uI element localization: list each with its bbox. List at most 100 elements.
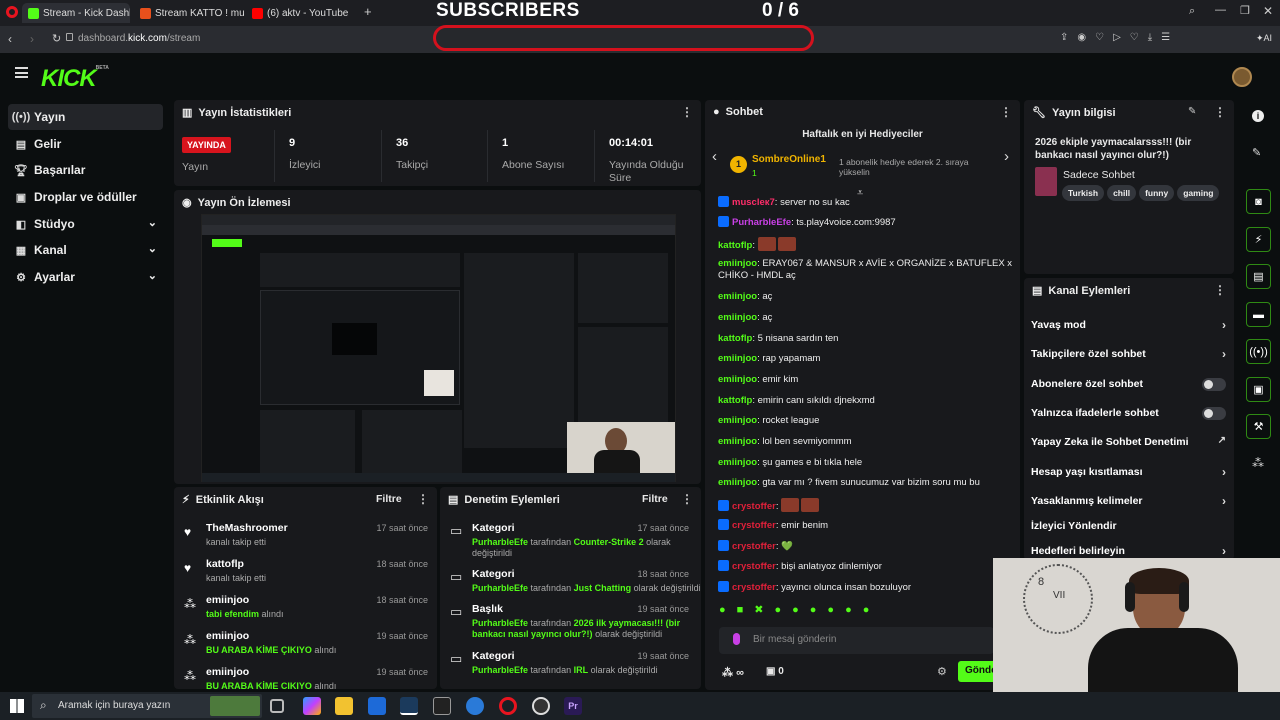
sidebar-item-gelir[interactable]: ▤ Gelir (8, 131, 163, 157)
forward-icon[interactable]: › (30, 32, 34, 46)
info-icon[interactable]: i (1252, 110, 1264, 122)
emote-only-toggle[interactable] (1202, 407, 1226, 420)
chat-username[interactable]: kattoflp (718, 333, 752, 344)
event-user[interactable]: emiinjoo (206, 666, 249, 678)
chat-username[interactable]: emiinjoo (718, 312, 757, 323)
chat-username[interactable]: emiinjoo (718, 415, 757, 426)
chat-username[interactable]: emiinjoo (718, 436, 757, 447)
premiere-icon[interactable]: Pr (564, 697, 582, 715)
steam-icon[interactable] (400, 697, 418, 715)
chat-username[interactable]: crystoffer (732, 501, 776, 512)
chat-username[interactable]: emiinjoo (718, 374, 757, 385)
pencil-icon[interactable]: ✎ (1252, 146, 1261, 159)
chat-username[interactable]: emiinjoo (718, 477, 757, 488)
action-banned-words[interactable]: Yasaklanmış kelimeler › (1031, 494, 1226, 515)
tag[interactable]: Turkish (1062, 185, 1105, 201)
quick-action-button[interactable]: ((•)) (1246, 339, 1271, 364)
task-view-icon[interactable] (270, 699, 284, 713)
filter-button[interactable]: Filtre (376, 493, 402, 505)
new-tab-icon[interactable]: + (364, 4, 372, 19)
reload-icon[interactable]: ↻ (52, 32, 61, 45)
close-window-icon[interactable]: ✕ (1263, 4, 1273, 18)
taskbar-search[interactable]: ⌕ Aramak için buraya yazın (32, 694, 262, 718)
obs-icon[interactable] (532, 697, 550, 715)
quick-action-button[interactable]: ▣ (1246, 377, 1271, 402)
chat-username[interactable]: emiinjoo (718, 457, 757, 468)
more-options-icon[interactable]: ⋮ (1214, 283, 1226, 297)
file-explorer-icon[interactable] (335, 697, 353, 715)
more-options-icon[interactable]: ⋮ (1214, 105, 1226, 119)
chat-username[interactable]: emiinjoo (718, 291, 757, 302)
epic-games-icon[interactable] (433, 697, 451, 715)
chat-username[interactable]: emiinjoo (718, 258, 757, 269)
maximize-icon[interactable]: ❐ (1240, 4, 1250, 17)
pin-icon[interactable]: ⩡ (857, 187, 863, 200)
top-gifter-name[interactable]: SombreOnline1 (752, 154, 826, 165)
event-user[interactable]: emiinjoo (206, 630, 249, 642)
points-icon[interactable]: ⁂ (1252, 456, 1264, 470)
tab-youtube[interactable]: (6) aktv - YouTube (246, 3, 356, 23)
sidebar-item-kanal[interactable]: ▦ Kanal ⌄ (8, 237, 163, 263)
event-user[interactable]: TheMashroomer (206, 522, 288, 534)
edit-icon[interactable]: ✎ (1188, 106, 1196, 117)
search-tabs-icon[interactable]: ⌕ (1189, 5, 1195, 18)
tag[interactable]: gaming (1177, 185, 1220, 201)
chat-input[interactable]: Bir mesaj gönderin (719, 627, 994, 654)
chat-username[interactable]: PurharbleEfe (732, 217, 791, 228)
quick-action-button[interactable]: ⚡︎ (1246, 227, 1271, 252)
quick-action-button[interactable]: ◙ (1246, 189, 1271, 214)
chat-username[interactable]: kattoflp (718, 240, 752, 251)
chat-username[interactable]: crystoffer (732, 541, 776, 552)
tag[interactable]: funny (1139, 185, 1175, 201)
extensions-icon[interactable]: ⇪◉♡▷♡⤓☰ (1060, 32, 1179, 43)
browser-app-icon[interactable] (466, 697, 484, 715)
opera-taskbar-icon[interactable] (499, 697, 517, 715)
sidebar-item-yayin[interactable]: ((•)) Yayın (8, 104, 163, 130)
action-followers-only[interactable]: Takipçilere özel sohbet › (1031, 347, 1226, 368)
chat-username[interactable]: kattoflp (718, 395, 752, 406)
quick-action-button[interactable]: ▤ (1246, 264, 1271, 289)
chat-username[interactable]: emiinjoo (718, 353, 757, 364)
sidebar-item-studyo[interactable]: ◧ Stüdyo ⌄ (8, 211, 163, 237)
filter-button[interactable]: Filtre (642, 493, 668, 505)
kick-logo[interactable]: KICKBETA (41, 65, 109, 93)
sidebar-item-basarilar[interactable]: 🏆︎ Başarılar (8, 157, 163, 183)
tab-katto-music[interactable]: Stream KATTO ! music | Li (134, 3, 244, 23)
copilot-icon[interactable] (303, 697, 321, 715)
url-field[interactable]: dashboard.kick.com/stream (78, 33, 200, 44)
stream-preview-video[interactable] (201, 214, 676, 482)
action-slow-mode[interactable]: Yavaş mod › (1031, 318, 1226, 339)
tab-kick-dashboard[interactable]: Stream - Kick Dashboard (22, 3, 130, 23)
chat-settings-icon[interactable]: ⚙ (937, 665, 947, 678)
action-raid[interactable]: İzleyici Yönlendir (1031, 520, 1226, 540)
ai-button[interactable]: ✦AI (1256, 33, 1272, 44)
chevron-right-icon[interactable]: › (1004, 148, 1009, 165)
action-ai-moderation[interactable]: Yapay Zeka ile Sohbet Denetimi ↗ (1031, 435, 1226, 456)
tag[interactable]: chill (1107, 185, 1137, 201)
chat-username[interactable]: crystoffer (732, 520, 776, 531)
back-icon[interactable]: ‹ (8, 32, 12, 46)
minimize-icon[interactable]: — (1215, 4, 1226, 16)
chat-username[interactable]: crystoffer (732, 582, 776, 593)
event-user[interactable]: kattoflp (206, 558, 244, 570)
subs-only-toggle[interactable] (1202, 378, 1226, 391)
chat-username[interactable]: crystoffer (732, 561, 776, 572)
quick-action-button[interactable]: ⚒ (1246, 414, 1271, 439)
more-options-icon[interactable]: ⋮ (681, 492, 693, 506)
menu-icon[interactable] (15, 67, 28, 78)
action-subs-only[interactable]: Abonelere özel sohbet (1031, 378, 1226, 398)
event-user[interactable]: emiinjoo (206, 594, 249, 606)
more-options-icon[interactable]: ⋮ (417, 492, 429, 506)
opera-icon[interactable] (6, 6, 18, 18)
avatar[interactable] (1232, 67, 1252, 87)
mail-icon[interactable] (368, 697, 386, 715)
action-emote-only[interactable]: Yalnızca ifadelerle sohbet (1031, 407, 1226, 427)
chat-username[interactable]: muscleк7 (732, 197, 775, 208)
category-name[interactable]: Sadece Sohbet (1063, 169, 1135, 181)
more-options-icon[interactable]: ⋮ (681, 105, 693, 119)
sidebar-item-ayarlar[interactable]: ⚙ Ayarlar ⌄ (8, 264, 163, 290)
quick-action-button[interactable]: ▬ (1246, 302, 1271, 327)
chevron-left-icon[interactable]: ‹ (712, 148, 717, 165)
windows-start-icon[interactable] (10, 699, 24, 713)
more-options-icon[interactable]: ⋮ (1000, 105, 1012, 119)
